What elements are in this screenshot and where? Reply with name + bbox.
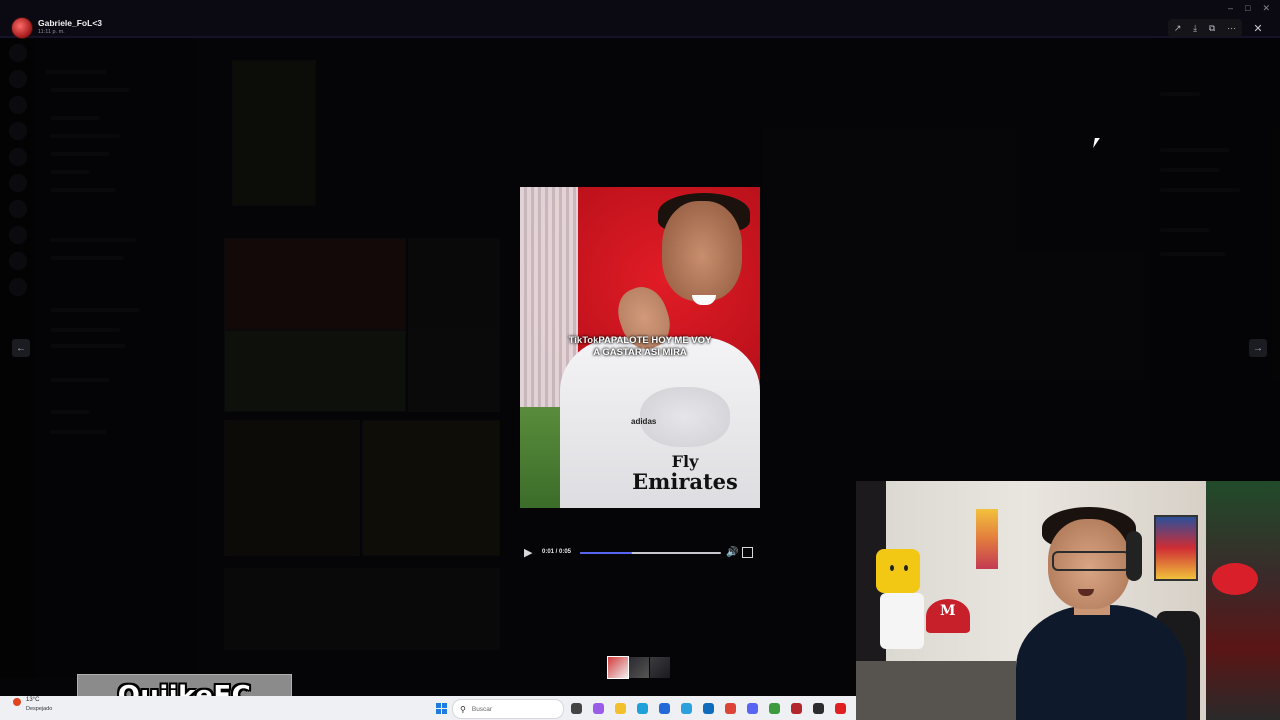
- discord-icon[interactable]: [743, 699, 762, 718]
- maximize-icon[interactable]: □: [1245, 3, 1250, 13]
- media-thumbnails: [607, 656, 670, 679]
- play-icon[interactable]: ▶: [524, 546, 532, 559]
- record-icon[interactable]: [831, 699, 850, 718]
- next-media-button[interactable]: →: [1249, 339, 1267, 357]
- seek-bar-progress: [580, 552, 633, 554]
- open-external-icon[interactable]: ⧉: [1209, 23, 1215, 34]
- chrome-icon[interactable]: [721, 699, 740, 718]
- window-controls: – □ ✕: [1216, 3, 1270, 14]
- media-thumbnail[interactable]: [629, 657, 649, 678]
- video-time: 0:01 / 0:05: [542, 549, 572, 555]
- webcam-feed: M: [856, 481, 1280, 720]
- telegram-icon[interactable]: [677, 699, 696, 718]
- search-placeholder: Buscar: [471, 705, 493, 713]
- arrow-left-icon: ←: [16, 342, 26, 354]
- xbox-icon[interactable]: [765, 699, 784, 718]
- media-thumbnail[interactable]: [607, 656, 629, 679]
- arrow-right-icon: →: [1253, 342, 1263, 354]
- tiktok-watermark: TikTok: [568, 335, 599, 346]
- video-player[interactable]: adidas Fly Emirates TikTokPAPALOTE HOY M…: [520, 187, 760, 508]
- shirt-sponsor: Fly Emirates: [632, 452, 738, 494]
- windows-start-icon[interactable]: [432, 699, 451, 718]
- search-input[interactable]: ⚲ Buscar: [452, 699, 564, 719]
- video-controls: ▶ 0:01 / 0:05 🔊: [520, 545, 760, 561]
- more-icon[interactable]: ⋯: [1227, 23, 1236, 34]
- app-red-icon[interactable]: [787, 699, 806, 718]
- obs-icon[interactable]: [809, 699, 828, 718]
- file-explorer-icon[interactable]: [611, 699, 630, 718]
- media-actions: ↗ ⤓ ⧉ ⋯: [1168, 19, 1242, 37]
- task-view-icon[interactable]: [567, 699, 586, 718]
- volume-icon[interactable]: 🔊: [726, 547, 738, 558]
- header-divider: [0, 36, 1280, 38]
- search-icon: ⚲: [460, 704, 466, 714]
- forward-icon[interactable]: ↗: [1174, 23, 1182, 34]
- outlook-icon[interactable]: [699, 699, 718, 718]
- shirt-brand: adidas: [631, 417, 657, 426]
- viewer-header: Gabriele_FoL<3 11:11 p. m. – □ ✕ ↗ ⤓ ⧉ ⋯ ✕: [0, 0, 1280, 39]
- avatar[interactable]: [11, 17, 33, 39]
- seek-bar[interactable]: [580, 552, 721, 554]
- media-thumbnail[interactable]: [650, 657, 670, 678]
- video-caption: TikTokPAPALOTE HOY ME VOY A GASTAR ASI M…: [520, 335, 760, 359]
- taskbar: 13°C Despejado ⚲ Buscar: [0, 696, 856, 720]
- fullscreen-icon[interactable]: [742, 547, 753, 558]
- store-icon[interactable]: [655, 699, 674, 718]
- download-icon[interactable]: ⤓: [1193, 23, 1197, 34]
- author-name[interactable]: Gabriele_FoL<3: [38, 18, 102, 28]
- weather-icon[interactable]: [13, 698, 21, 706]
- edge-icon[interactable]: [633, 699, 652, 718]
- copilot-icon[interactable]: [589, 699, 608, 718]
- close-icon[interactable]: ✕: [1250, 20, 1266, 36]
- window-close-icon[interactable]: ✕: [1262, 3, 1270, 13]
- weather-temperature[interactable]: 13°C: [26, 697, 39, 703]
- previous-media-button[interactable]: ←: [12, 339, 30, 357]
- weather-description[interactable]: Despejado: [26, 706, 52, 712]
- taskbar-apps: [567, 698, 850, 718]
- caption-line-2: A GASTAR ASI MIRA: [593, 347, 687, 358]
- message-time: 11:11 p. m.: [38, 29, 65, 35]
- minimize-icon[interactable]: –: [1228, 3, 1233, 13]
- caption-line-1: PAPALOTE HOY ME VOY: [598, 335, 712, 346]
